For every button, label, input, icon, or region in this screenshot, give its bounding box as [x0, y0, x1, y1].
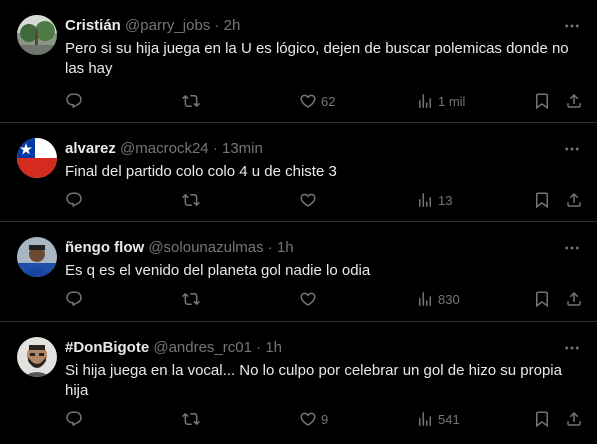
separator: · [256, 339, 262, 356]
retweet-icon [182, 410, 200, 428]
bookmark-icon [533, 191, 551, 209]
like-count: 9 [321, 411, 329, 427]
tweet[interactable]: #DonBigote @andres_rc01 · 1h Si hija jue… [0, 322, 597, 444]
retweet-icon [182, 290, 200, 308]
like-button[interactable]: 62 [299, 91, 335, 111]
tweet-text: Si hija juega en la vocal... No lo culpo… [65, 362, 562, 399]
avatar[interactable] [17, 337, 57, 377]
tweet[interactable]: alvarez @macrock24 · 13min Final del par… [0, 123, 597, 222]
handle[interactable]: @andres_rc01 [153, 339, 252, 356]
tweet-header: alvarez @macrock24 · 13min [65, 140, 557, 158]
views-icon [416, 410, 434, 428]
share-icon [565, 410, 583, 428]
view-count: 13 [438, 192, 453, 208]
like-count: 62 [321, 93, 336, 109]
like-icon [299, 290, 317, 308]
tweet[interactable]: Cristián @parry_jobs · 2h Pero si su hij… [0, 0, 597, 123]
action-bar: 830 [0, 289, 597, 309]
view-count: 1 mil [438, 93, 466, 109]
bookmark-button[interactable] [533, 409, 551, 429]
separator: · [214, 17, 220, 34]
share-icon [565, 191, 583, 209]
more-icon[interactable] [563, 17, 581, 35]
tweet-text: Es q es el venido del planeta gol nadie … [65, 262, 371, 279]
views-icon [416, 290, 434, 308]
like-button[interactable] [299, 289, 321, 309]
bookmark-icon [533, 410, 551, 428]
retweet-button[interactable] [182, 91, 200, 111]
avatar[interactable] [17, 15, 57, 55]
bookmark-button[interactable] [533, 190, 551, 210]
share-button[interactable] [565, 91, 583, 111]
reply-button[interactable] [65, 91, 83, 111]
action-bar: 9 541 [0, 409, 597, 429]
retweet-button[interactable] [182, 289, 200, 309]
retweet-button[interactable] [182, 409, 200, 429]
tweet-header: #DonBigote @andres_rc01 · 1h [65, 339, 557, 357]
more-icon[interactable] [563, 239, 581, 257]
avatar[interactable] [17, 138, 57, 178]
retweet-icon [182, 92, 200, 110]
views-button[interactable]: 1 mil [416, 91, 465, 111]
action-bar: 62 1 mil [0, 91, 597, 111]
handle[interactable]: @macrock24 [120, 140, 209, 157]
timestamp[interactable]: 13min [222, 140, 263, 157]
views-button[interactable]: 13 [416, 190, 452, 210]
tweet-text: Final del partido colo colo 4 u de chist… [65, 163, 337, 180]
tweet-text: Pero si su hija juega en la U es lógico,… [65, 40, 569, 77]
timestamp[interactable]: 1h [265, 339, 282, 356]
action-bar: 13 [0, 190, 597, 210]
views-button[interactable]: 541 [416, 409, 460, 429]
display-name[interactable]: #DonBigote [65, 339, 149, 356]
share-button[interactable] [565, 289, 583, 309]
like-button[interactable]: 9 [299, 409, 328, 429]
reply-icon [65, 92, 83, 110]
separator: · [267, 239, 273, 256]
share-icon [565, 290, 583, 308]
tweet-header: Cristián @parry_jobs · 2h [65, 17, 557, 35]
reply-button[interactable] [65, 409, 83, 429]
reply-button[interactable] [65, 289, 83, 309]
bookmark-icon [533, 92, 551, 110]
tweet[interactable]: ñengo flow @solounazulmas · 1h Es q es e… [0, 222, 597, 322]
handle[interactable]: @solounazulmas [148, 239, 263, 256]
reply-icon [65, 410, 83, 428]
like-icon [299, 410, 317, 428]
separator: · [212, 140, 218, 157]
bookmark-icon [533, 290, 551, 308]
views-button[interactable]: 830 [416, 289, 460, 309]
like-icon [299, 191, 317, 209]
share-icon [565, 92, 583, 110]
reply-icon [65, 290, 83, 308]
display-name[interactable]: ñengo flow [65, 239, 144, 256]
like-icon [299, 92, 317, 110]
reply-icon [65, 191, 83, 209]
share-button[interactable] [565, 190, 583, 210]
retweet-icon [182, 191, 200, 209]
bookmark-button[interactable] [533, 289, 551, 309]
avatar[interactable] [17, 237, 57, 277]
reply-feed: Cristián @parry_jobs · 2h Pero si su hij… [0, 0, 597, 444]
view-count: 830 [438, 291, 460, 307]
views-icon [416, 92, 434, 110]
tweet-header: ñengo flow @solounazulmas · 1h [65, 239, 557, 257]
more-icon[interactable] [563, 339, 581, 357]
view-count: 541 [438, 411, 460, 427]
reply-button[interactable] [65, 190, 83, 210]
share-button[interactable] [565, 409, 583, 429]
display-name[interactable]: alvarez [65, 140, 116, 157]
bookmark-button[interactable] [533, 91, 551, 111]
more-icon[interactable] [563, 140, 581, 158]
display-name[interactable]: Cristián [65, 17, 121, 34]
timestamp[interactable]: 2h [224, 17, 241, 34]
retweet-button[interactable] [182, 190, 200, 210]
like-button[interactable] [299, 190, 321, 210]
timestamp[interactable]: 1h [277, 239, 294, 256]
handle[interactable]: @parry_jobs [125, 17, 210, 34]
views-icon [416, 191, 434, 209]
